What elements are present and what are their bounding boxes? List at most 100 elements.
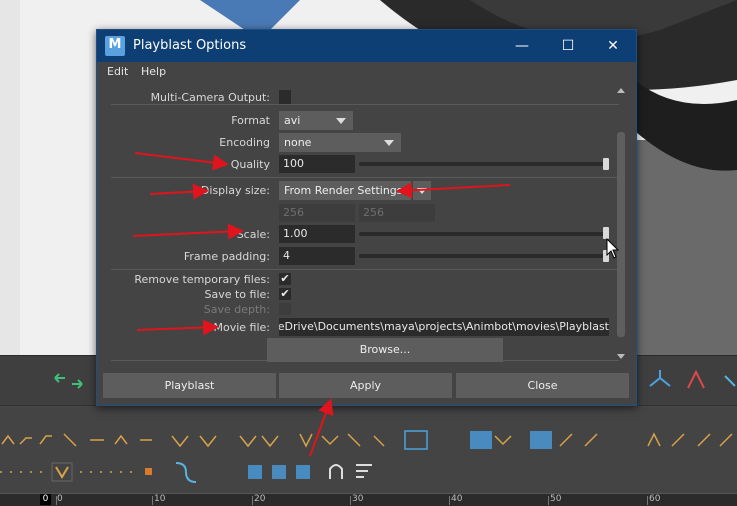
menu-help[interactable]: Help: [141, 65, 166, 78]
display-size-value: From Render Settings: [284, 184, 403, 197]
minimize-button[interactable]: —: [499, 30, 545, 62]
curve-icon[interactable]: [687, 369, 705, 389]
timeline-tick: [449, 496, 450, 505]
buffer-icon-2: [272, 465, 286, 479]
tangent-icon-3: [39, 435, 52, 445]
movie-file-field[interactable]: r\OneDrive\Documents\maya\projects\Animb…: [279, 318, 609, 336]
movie-file-value: r\OneDrive\Documents\maya\projects\Animb…: [279, 320, 609, 333]
menu-bar: [97, 62, 636, 84]
browse-button[interactable]: Browse...: [267, 338, 503, 362]
tangent-icon-13: [321, 435, 339, 446]
tangent-icon-19: [647, 432, 661, 447]
multi-camera-output-checkbox[interactable]: [279, 90, 291, 104]
timeline-tick-label: 60: [649, 494, 661, 504]
close-window-button[interactable]: ✕: [590, 30, 636, 62]
tangent-icon-2: [19, 437, 32, 445]
shelf-row-tangents: [0, 405, 737, 456]
frame-padding-label: Frame padding:: [183, 250, 270, 263]
quality-field[interactable]: 100: [279, 155, 355, 173]
timeline-tick-label: 0: [57, 494, 63, 504]
format-value: avi: [284, 114, 301, 127]
scale-field[interactable]: 1.00: [279, 225, 355, 243]
tangent-icon-4: [63, 433, 77, 447]
magnet-icon: [329, 464, 343, 479]
frame-padding-field[interactable]: 4: [279, 247, 355, 265]
tangent-icon-22: [719, 433, 733, 447]
quality-label: Quality: [230, 158, 270, 171]
quality-slider-handle[interactable]: [603, 158, 609, 170]
display-size-dropdown[interactable]: From Render Settings: [279, 181, 411, 200]
tangent-icon-6: [114, 434, 128, 445]
timeline-tick: [548, 496, 549, 505]
encoding-label: Encoding: [219, 136, 270, 149]
mouse-cursor-icon: [606, 238, 620, 259]
apply-button[interactable]: Apply: [279, 373, 452, 398]
separator: [111, 177, 619, 178]
separator: [111, 269, 619, 270]
display-size-arrow-button[interactable]: [413, 181, 431, 200]
timeline[interactable]: [0, 493, 737, 506]
timeline-tick: [647, 496, 648, 505]
tangent-icon-12: [299, 433, 313, 448]
tangent-icon-1: [1, 434, 15, 445]
tangent-icon-11: [261, 435, 279, 448]
menu-edit[interactable]: Edit: [107, 65, 128, 78]
chevron-down-icon: [417, 188, 427, 194]
frame-padding-slider[interactable]: [359, 254, 609, 258]
buffer-icon-1: [248, 465, 262, 479]
tangent-icon-17: [559, 433, 573, 447]
record-icon: [404, 430, 428, 450]
chevron-down-icon: [336, 118, 346, 124]
maximize-button[interactable]: ☐: [545, 30, 591, 62]
display-size-label: Display size:: [200, 184, 270, 197]
quality-slider[interactable]: [359, 162, 609, 166]
format-dropdown[interactable]: avi: [279, 111, 353, 130]
chevron-down-icon: [384, 140, 394, 146]
separator: [111, 104, 619, 105]
tangent-icon[interactable]: [724, 375, 736, 387]
scrollbar-thumb[interactable]: [617, 132, 625, 337]
dialog-title: Playblast Options: [133, 38, 247, 53]
dialog-titlebar[interactable]: M Playblast Options — ☐ ✕: [97, 30, 636, 62]
snap-icon[interactable]: [649, 370, 671, 387]
move-keys-icon[interactable]: [54, 373, 83, 389]
key-v-icon: [55, 466, 69, 479]
tangent-icon-18: [584, 433, 598, 447]
format-label: Format: [231, 114, 270, 127]
remove-temp-files-checkbox[interactable]: ✔: [279, 273, 291, 285]
close-button[interactable]: Close: [456, 373, 629, 398]
timeline-tick-label: 40: [451, 494, 463, 504]
tangent-icon-10: [239, 435, 257, 448]
buffer-icon-3: [296, 465, 310, 479]
tangent-icon-21: [697, 433, 711, 447]
scale-slider[interactable]: [359, 232, 609, 236]
key-icon: [470, 431, 492, 449]
encoding-dropdown[interactable]: none: [279, 133, 401, 152]
timeline-tick: [152, 496, 153, 505]
movie-file-label: Movie file:: [213, 321, 270, 334]
remove-temp-files-label: Remove temporary files:: [134, 273, 270, 286]
encoding-value: none: [284, 136, 312, 149]
step-curve-icon: [175, 462, 197, 483]
scroll-up-icon[interactable]: [617, 88, 625, 93]
tangent-icon-15: [373, 435, 385, 447]
tangent-icon-16: [494, 435, 512, 446]
graph-icon: [530, 431, 552, 449]
shelf-row-keys: [0, 455, 737, 493]
timeline-current-frame[interactable]: 0: [40, 494, 51, 505]
display-width-field: 256: [279, 204, 355, 222]
save-to-file-label: Save to file:: [204, 288, 271, 301]
timeline-tick: [350, 496, 351, 505]
multi-camera-output-label: Multi-Camera Output:: [150, 91, 270, 104]
scroll-down-icon[interactable]: [617, 354, 625, 359]
timeline-tick-label: 10: [154, 494, 166, 504]
options-scrollbar[interactable]: [616, 84, 626, 364]
tangent-icon-8: [171, 435, 189, 448]
display-height-field: 256: [359, 204, 435, 222]
playblast-button[interactable]: Playblast: [103, 373, 276, 398]
save-depth-checkbox: [279, 303, 291, 315]
save-to-file-checkbox[interactable]: ✔: [279, 288, 291, 300]
scale-label: Scale:: [236, 228, 270, 241]
timeline-tick-label: 20: [254, 494, 266, 504]
maya-app-icon: M: [105, 36, 125, 56]
